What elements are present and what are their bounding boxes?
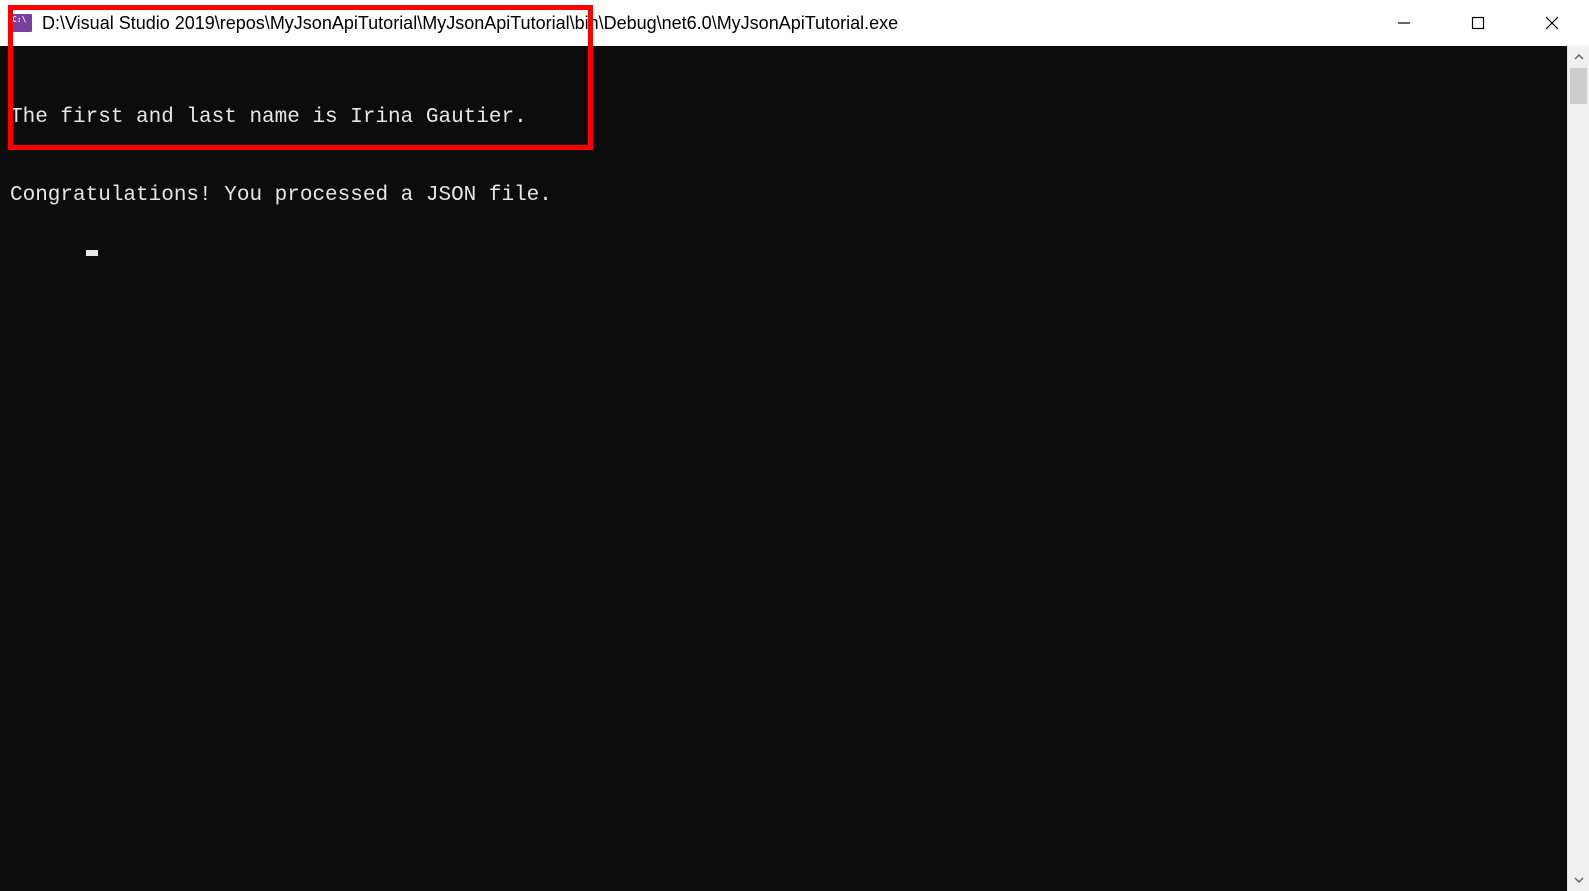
minimize-icon — [1397, 16, 1411, 30]
scroll-up-button[interactable] — [1568, 46, 1589, 68]
text-cursor — [86, 250, 98, 256]
chevron-down-icon — [1574, 875, 1584, 885]
maximize-button[interactable] — [1441, 0, 1515, 46]
scroll-track[interactable] — [1568, 68, 1589, 869]
app-icon — [10, 14, 32, 32]
content-row: The first and last name is Irina Gautier… — [0, 46, 1589, 891]
maximize-icon — [1471, 16, 1485, 30]
console-line: Congratulations! You processed a JSON fi… — [10, 183, 1557, 209]
minimize-button[interactable] — [1367, 0, 1441, 46]
vertical-scrollbar[interactable] — [1567, 46, 1589, 891]
close-button[interactable] — [1515, 0, 1589, 46]
scroll-down-button[interactable] — [1568, 869, 1589, 891]
scroll-thumb[interactable] — [1570, 68, 1587, 104]
chevron-up-icon — [1574, 52, 1584, 62]
console-window: D:\Visual Studio 2019\repos\MyJsonApiTut… — [0, 0, 1589, 891]
titlebar[interactable]: D:\Visual Studio 2019\repos\MyJsonApiTut… — [0, 0, 1589, 46]
console-output[interactable]: The first and last name is Irina Gautier… — [0, 46, 1567, 891]
close-icon — [1545, 16, 1559, 30]
window-title: D:\Visual Studio 2019\repos\MyJsonApiTut… — [42, 13, 898, 34]
window-controls — [1367, 0, 1589, 46]
console-line: The first and last name is Irina Gautier… — [10, 105, 1557, 131]
